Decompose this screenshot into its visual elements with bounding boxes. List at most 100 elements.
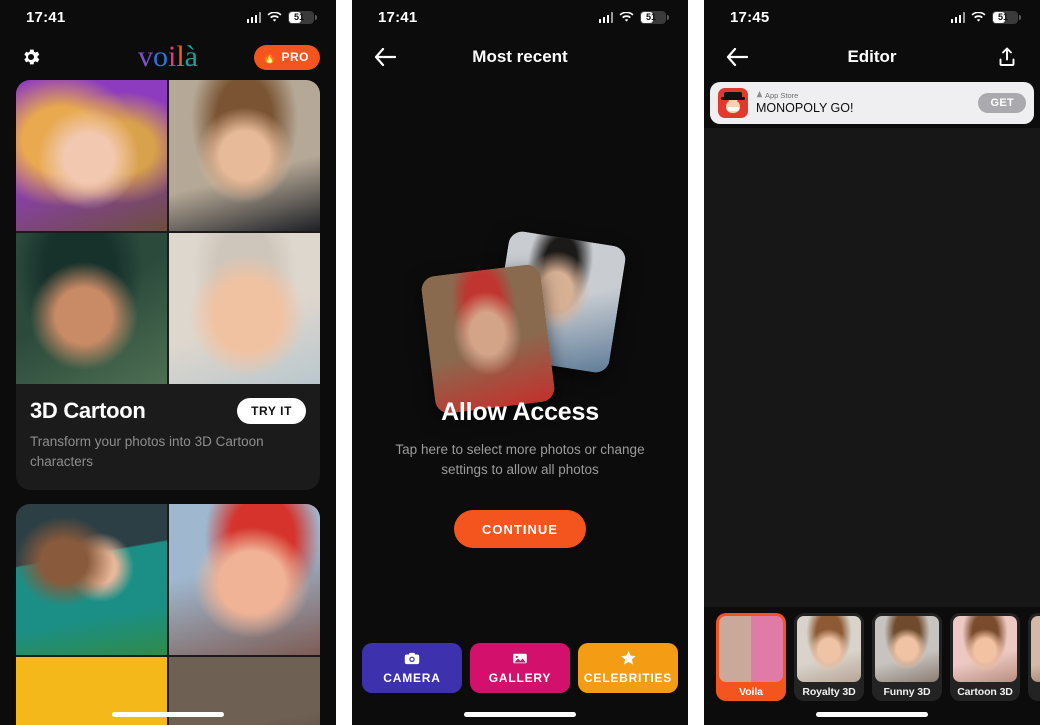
status-time: 17:45 (730, 8, 770, 26)
allow-access-subtitle: Tap here to select more photos or change… (395, 442, 645, 477)
logo-letter-o: o (152, 40, 168, 73)
arrow-left-icon[interactable] (722, 42, 752, 72)
battery-percent: 51 (645, 11, 656, 22)
home-indicator (112, 712, 224, 717)
panel-divider (336, 0, 352, 725)
style-item-funny-3d[interactable]: Funny 3D (872, 613, 942, 701)
status-indicators: 51 (950, 10, 1021, 24)
style-thumbnail (953, 616, 1017, 682)
card-title: 3D Cartoon (30, 398, 146, 423)
arrow-left-icon[interactable] (370, 42, 400, 72)
star-icon (620, 651, 636, 667)
photo-access-body: Allow Access Tap here to select more pho… (352, 80, 688, 725)
ad-store-label: App Store (765, 90, 799, 100)
continue-button[interactable]: CONTINUE (454, 510, 586, 548)
feed-card-next[interactable] (16, 504, 320, 725)
allow-access-title: Allow Access (441, 398, 599, 426)
nav-bar: Editor (704, 34, 1040, 80)
style-item-royalty-3d[interactable]: Royalty 3D (794, 613, 864, 701)
ad-app-name: MONOPOLY GO! (756, 100, 854, 115)
cellular-bars-icon (598, 11, 613, 23)
image-icon (512, 652, 528, 667)
panel-divider (688, 0, 704, 725)
camera-icon (404, 652, 420, 667)
card-description: Transform your photos into 3D Cartoon ch… (30, 434, 264, 469)
style-thumbnail (797, 616, 861, 682)
grid-tile (16, 233, 167, 384)
feed-card-3d-cartoon[interactable]: 3D Cartoon TRY IT Transform your photos … (16, 80, 320, 490)
cellular-bars-icon (246, 11, 261, 23)
wifi-icon (971, 11, 986, 23)
ad-get-button[interactable]: GET (978, 93, 1026, 113)
status-time: 17:41 (26, 8, 66, 26)
style-label: Funny 3D (883, 685, 931, 698)
celebrities-label: CELEBRITIES (583, 671, 673, 685)
battery-icon: 51 (640, 10, 669, 24)
card-image-grid (16, 504, 320, 725)
ad-store-line: App Store (756, 90, 970, 101)
app-store-ad-banner[interactable]: App Store MONOPOLY GO! GET (710, 82, 1034, 124)
status-indicators: 51 (598, 10, 669, 24)
logo-letter-v: v (137, 40, 153, 73)
nav-title: Editor (847, 47, 897, 66)
battery-percent: 51 (997, 11, 1008, 22)
phone-screen-home: 17:41 51 voilà 🔥 PRO 3D Cartoon TRY IT T… (0, 0, 336, 725)
share-upload-icon[interactable] (992, 42, 1022, 72)
status-indicators: 51 (246, 10, 317, 24)
style-carousel[interactable]: Voila Royalty 3D Funny 3D Cartoon 3D (704, 613, 1040, 701)
status-bar: 17:45 51 (704, 0, 1040, 34)
logo-letter-a-grave: à (184, 40, 198, 73)
home-indicator (816, 712, 928, 717)
pro-label: PRO (281, 50, 309, 64)
style-item-cartoon-3d[interactable]: Cartoon 3D (950, 613, 1020, 701)
style-thumbnail (875, 616, 939, 682)
style-item-voila[interactable]: Voila (716, 613, 786, 701)
phone-screen-photo-access: 17:41 51 Most recent Allow Access Tap he… (352, 0, 688, 725)
style-thumbnail (1031, 616, 1040, 682)
style-label (1028, 682, 1040, 701)
wifi-icon (619, 11, 634, 23)
gear-icon[interactable] (16, 42, 46, 72)
style-label: Cartoon 3D (957, 685, 1013, 698)
gallery-button[interactable]: GALLERY (470, 643, 570, 693)
grid-tile (169, 504, 320, 655)
card-info: 3D Cartoon TRY IT Transform your photos … (16, 384, 320, 490)
card-image-grid (16, 80, 320, 384)
camera-button[interactable]: CAMERA (362, 643, 462, 693)
battery-icon: 51 (992, 10, 1021, 24)
celebrities-button[interactable]: CELEBRITIES (578, 643, 678, 693)
try-it-button[interactable]: TRY IT (237, 398, 306, 424)
grid-tile (16, 504, 167, 655)
cellular-bars-icon (950, 11, 965, 23)
nav-title: Most recent (472, 47, 568, 66)
flame-icon: 🔥 (262, 50, 278, 64)
gallery-label: GALLERY (488, 670, 552, 685)
collage-photo-front (420, 263, 556, 415)
style-thumbnail (719, 616, 783, 682)
grid-tile (16, 80, 167, 231)
app-header: voilà 🔥 PRO (0, 34, 336, 80)
editor-canvas[interactable] (704, 128, 1040, 607)
ad-text-block: App Store MONOPOLY GO! (756, 90, 970, 116)
home-indicator (464, 712, 576, 717)
style-label: Voila (739, 685, 763, 698)
phone-screen-editor: 17:45 51 Editor App Store MONOPOLY GO! G… (704, 0, 1040, 725)
app-store-icon (756, 90, 763, 101)
action-button-row: CAMERA GALLERY CELEBRITIES (362, 643, 678, 693)
photo-collage (352, 228, 688, 415)
status-bar: 17:41 51 (352, 0, 688, 34)
camera-label: CAMERA (383, 670, 441, 685)
style-feed[interactable]: 3D Cartoon TRY IT Transform your photos … (0, 80, 336, 725)
battery-icon: 51 (288, 10, 317, 24)
style-label: Royalty 3D (802, 685, 856, 698)
monopoly-man-icon (718, 88, 748, 118)
style-item-next[interactable] (1028, 613, 1040, 701)
pro-badge-button[interactable]: 🔥 PRO (254, 44, 320, 70)
status-time: 17:41 (378, 8, 418, 26)
three-phone-screenshots: 17:41 51 voilà 🔥 PRO 3D Cartoon TRY IT T… (0, 0, 1040, 725)
logo-letter-l: l (176, 40, 185, 73)
nav-bar: Most recent (352, 34, 688, 80)
logo-letter-i: i (167, 40, 177, 73)
grid-tile (169, 233, 320, 384)
status-bar: 17:41 51 (0, 0, 336, 34)
